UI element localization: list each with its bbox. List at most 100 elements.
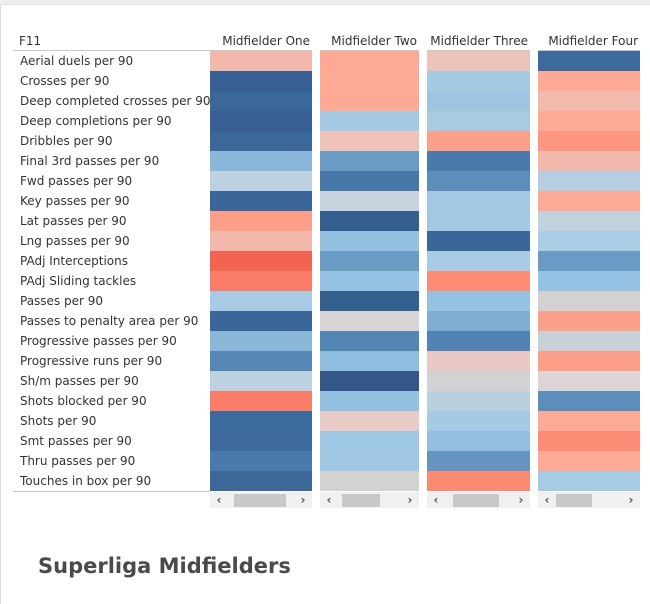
heatmap-cell[interactable] xyxy=(538,371,640,391)
heatmap-cell[interactable] xyxy=(210,51,312,71)
heatmap-cell[interactable] xyxy=(427,91,530,111)
heatmap-cell[interactable] xyxy=(210,191,312,211)
horizontal-scrollbar[interactable]: ‹ › xyxy=(320,492,419,508)
heatmap-cell[interactable] xyxy=(427,351,530,371)
heatmap-cell[interactable] xyxy=(210,331,312,351)
heatmap-cell[interactable] xyxy=(320,131,419,151)
heatmap-cell[interactable] xyxy=(210,171,312,191)
heatmap-cell[interactable] xyxy=(538,191,640,211)
heatmap-cell[interactable] xyxy=(427,71,530,91)
heatmap-cell[interactable] xyxy=(427,191,530,211)
heatmap-cell[interactable] xyxy=(538,311,640,331)
heatmap-cell[interactable] xyxy=(210,271,312,291)
heatmap-cell[interactable] xyxy=(427,391,530,411)
heatmap-cell[interactable] xyxy=(427,111,530,131)
heatmap-cell[interactable] xyxy=(538,91,640,111)
heatmap-cell[interactable] xyxy=(427,471,530,491)
heatmap-cell[interactable] xyxy=(427,171,530,191)
heatmap-cell[interactable] xyxy=(538,411,640,431)
heatmap-cell[interactable] xyxy=(427,231,530,251)
heatmap-cell[interactable] xyxy=(320,371,419,391)
heatmap-cell[interactable] xyxy=(210,411,312,431)
chevron-left-icon[interactable]: ‹ xyxy=(322,492,336,508)
heatmap-cell[interactable] xyxy=(210,231,312,251)
heatmap-cell[interactable] xyxy=(320,431,419,451)
heatmap-cell[interactable] xyxy=(427,331,530,351)
heatmap-cell[interactable] xyxy=(538,471,640,491)
heatmap-cell[interactable] xyxy=(210,431,312,451)
chevron-right-icon[interactable]: › xyxy=(624,492,638,508)
heatmap-cell[interactable] xyxy=(538,451,640,471)
heatmap-cell[interactable] xyxy=(427,51,530,71)
heatmap-cell[interactable] xyxy=(538,71,640,91)
chevron-left-icon[interactable]: ‹ xyxy=(540,492,554,508)
heatmap-cell[interactable] xyxy=(538,171,640,191)
heatmap-cell[interactable] xyxy=(427,251,530,271)
heatmap-cell[interactable] xyxy=(538,391,640,411)
heatmap-cell[interactable] xyxy=(320,151,419,171)
heatmap-cell[interactable] xyxy=(538,431,640,451)
heatmap-cell[interactable] xyxy=(320,191,419,211)
heatmap-cell[interactable] xyxy=(210,71,312,91)
horizontal-scrollbar[interactable]: ‹ › xyxy=(427,492,530,508)
chevron-right-icon[interactable]: › xyxy=(403,492,417,508)
heatmap-cell[interactable] xyxy=(538,351,640,371)
heatmap-cell[interactable] xyxy=(427,431,530,451)
heatmap-cell[interactable] xyxy=(320,411,419,431)
heatmap-cell[interactable] xyxy=(427,291,530,311)
scrollbar-thumb[interactable] xyxy=(342,494,380,507)
heatmap-cell[interactable] xyxy=(320,271,419,291)
heatmap-cell[interactable] xyxy=(210,111,312,131)
heatmap-cell[interactable] xyxy=(427,211,530,231)
heatmap-cell[interactable] xyxy=(427,271,530,291)
heatmap-cell[interactable] xyxy=(427,311,530,331)
heatmap-cell[interactable] xyxy=(427,411,530,431)
heatmap-cell[interactable] xyxy=(538,51,640,71)
heatmap-cell[interactable] xyxy=(210,451,312,471)
horizontal-scrollbar[interactable]: ‹ › xyxy=(538,492,640,508)
heatmap-cell[interactable] xyxy=(538,251,640,271)
heatmap-cell[interactable] xyxy=(320,211,419,231)
heatmap-cell[interactable] xyxy=(320,251,419,271)
heatmap-cell[interactable] xyxy=(210,391,312,411)
horizontal-scrollbar[interactable]: ‹ › xyxy=(210,492,312,508)
heatmap-cell[interactable] xyxy=(320,351,419,371)
heatmap-cell[interactable] xyxy=(210,151,312,171)
heatmap-cell[interactable] xyxy=(538,331,640,351)
scrollbar-thumb[interactable] xyxy=(453,494,499,507)
heatmap-cell[interactable] xyxy=(427,371,530,391)
heatmap-cell[interactable] xyxy=(320,311,419,331)
heatmap-cell[interactable] xyxy=(320,471,419,491)
heatmap-cell[interactable] xyxy=(210,211,312,231)
heatmap-cell[interactable] xyxy=(538,211,640,231)
scrollbar-thumb[interactable] xyxy=(234,494,286,507)
heatmap-cell[interactable] xyxy=(210,91,312,111)
heatmap-cell[interactable] xyxy=(427,451,530,471)
heatmap-cell[interactable] xyxy=(320,451,419,471)
chevron-left-icon[interactable]: ‹ xyxy=(429,492,443,508)
heatmap-cell[interactable] xyxy=(427,131,530,151)
heatmap-cell[interactable] xyxy=(538,131,640,151)
heatmap-cell[interactable] xyxy=(210,351,312,371)
heatmap-cell[interactable] xyxy=(210,311,312,331)
heatmap-cell[interactable] xyxy=(320,331,419,351)
heatmap-cell[interactable] xyxy=(210,251,312,271)
heatmap-cell[interactable] xyxy=(538,151,640,171)
heatmap-cell[interactable] xyxy=(320,111,419,131)
heatmap-cell[interactable] xyxy=(320,171,419,191)
heatmap-cell[interactable] xyxy=(427,151,530,171)
heatmap-cell[interactable] xyxy=(320,71,419,91)
heatmap-cell[interactable] xyxy=(320,291,419,311)
heatmap-cell[interactable] xyxy=(210,371,312,391)
heatmap-cell[interactable] xyxy=(320,231,419,251)
heatmap-cell[interactable] xyxy=(210,291,312,311)
heatmap-cell[interactable] xyxy=(538,231,640,251)
scrollbar-thumb[interactable] xyxy=(556,494,592,507)
chevron-right-icon[interactable]: › xyxy=(514,492,528,508)
heatmap-cell[interactable] xyxy=(320,91,419,111)
heatmap-cell[interactable] xyxy=(210,131,312,151)
heatmap-cell[interactable] xyxy=(538,111,640,131)
chevron-left-icon[interactable]: ‹ xyxy=(212,492,226,508)
heatmap-cell[interactable] xyxy=(320,391,419,411)
heatmap-cell[interactable] xyxy=(538,291,640,311)
